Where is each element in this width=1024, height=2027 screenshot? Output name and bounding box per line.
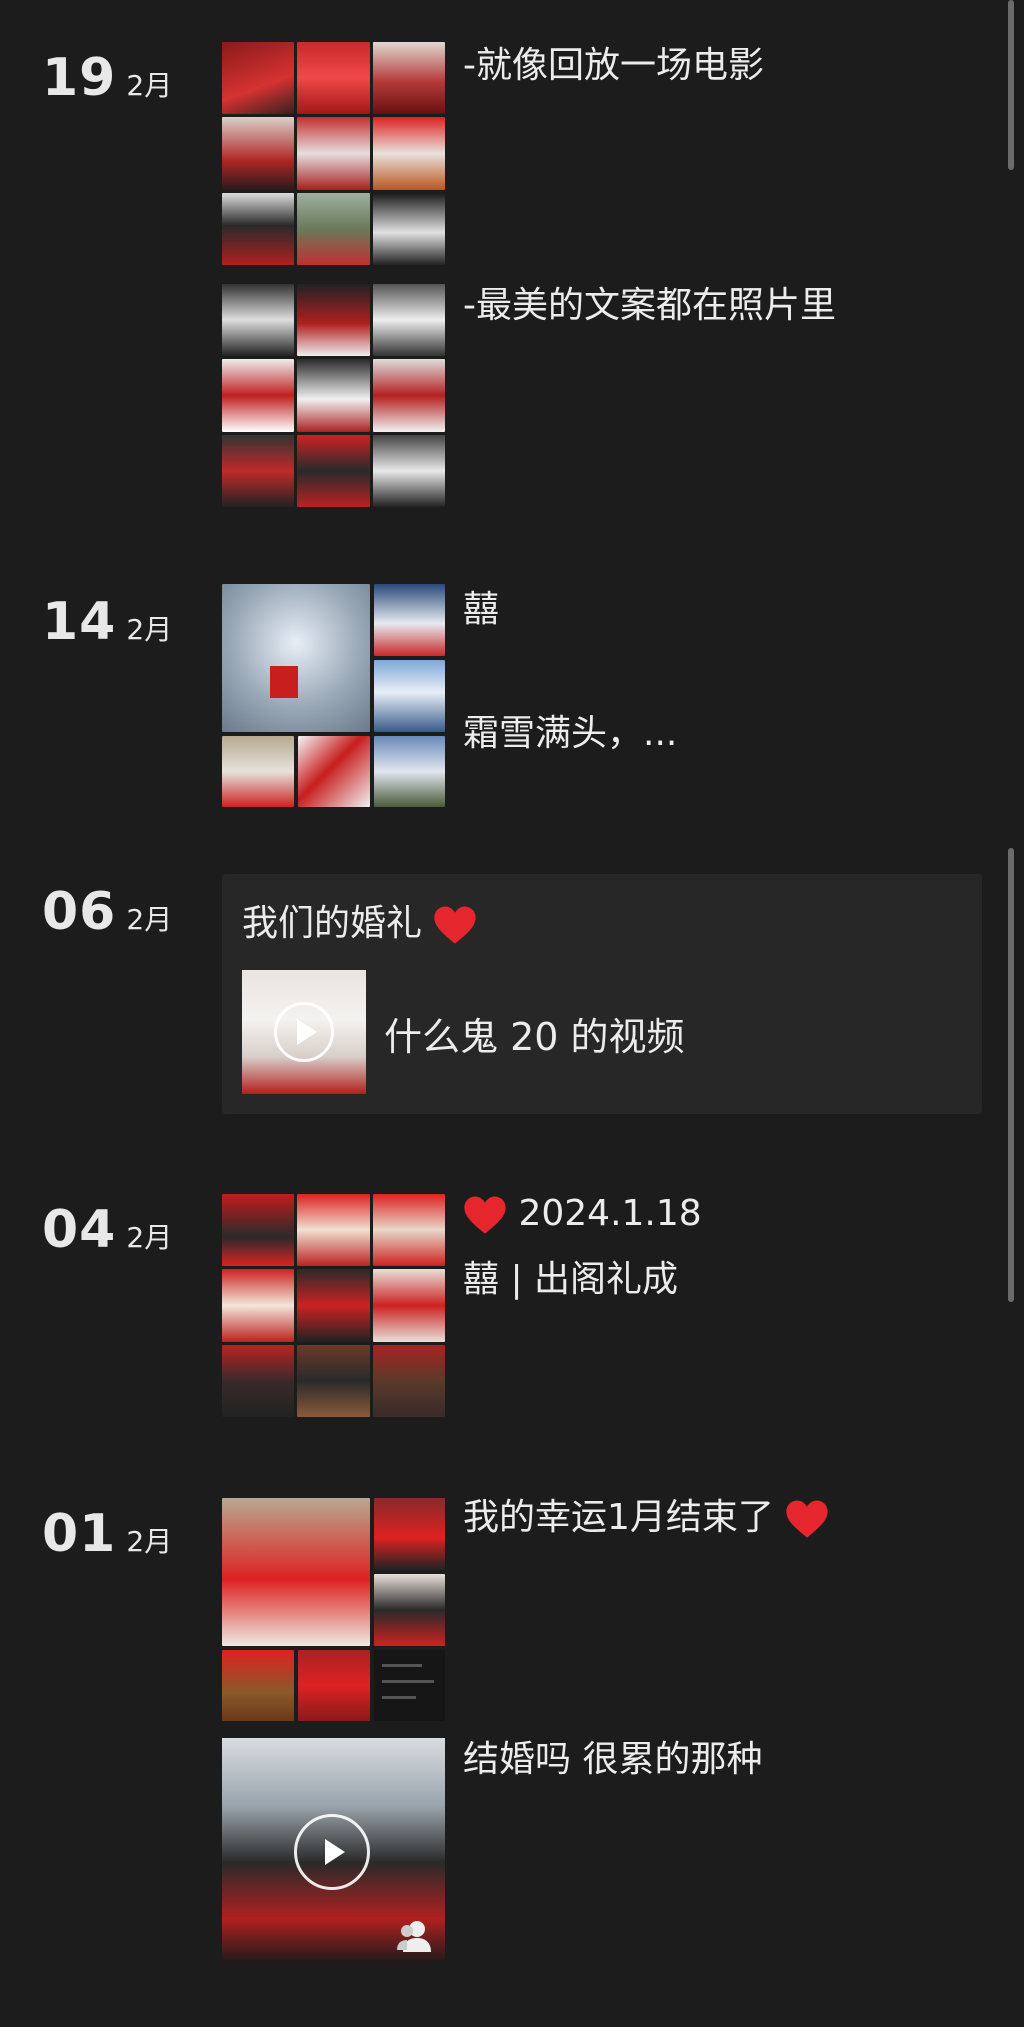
day-number: 04 (42, 1200, 117, 1260)
photo-thumbnail[interactable] (297, 117, 370, 190)
photo-thumbnail[interactable] (222, 1344, 295, 1417)
day-number: 19 (42, 48, 117, 108)
post-caption-text: 2024.1.18 (518, 1193, 702, 1234)
card-title-text: 我们的婚礼 (242, 903, 423, 944)
date-label: 01 2月 (42, 1504, 172, 1564)
photo-thumbnail[interactable] (297, 434, 370, 507)
photo-collage[interactable] (222, 584, 445, 807)
date-label: 04 2月 (42, 1200, 172, 1260)
photo-thumbnail[interactable] (222, 736, 294, 807)
heart-emoji-icon (434, 906, 477, 944)
photo-thumbnail[interactable] (222, 1194, 295, 1267)
month-label: 2月 (126, 69, 173, 102)
photo-thumbnail[interactable] (222, 42, 295, 115)
post-caption-text: 我的幸运1月结束了 (463, 1497, 774, 1538)
post-caption[interactable]: -最美的文案都在照片里 (463, 284, 836, 327)
photo-thumbnail[interactable] (222, 192, 295, 265)
photo-grid[interactable] (222, 1194, 445, 1417)
photo-thumbnail[interactable] (222, 1650, 294, 1721)
photo-thumbnail[interactable] (222, 117, 295, 190)
photo-thumbnail[interactable] (222, 284, 295, 357)
play-icon[interactable] (294, 1814, 370, 1890)
photo-thumbnail[interactable] (374, 1574, 445, 1646)
photo-thumbnail[interactable] (374, 584, 445, 656)
post-caption[interactable]: 霜雪满头，... (463, 712, 677, 755)
photo-thumbnail[interactable] (372, 42, 445, 115)
photo-grid[interactable] (222, 42, 445, 265)
photo-thumbnail[interactable] (222, 434, 295, 507)
photo-collage[interactable] (222, 1498, 445, 1721)
photo-thumbnail[interactable] (222, 359, 295, 432)
heart-emoji-icon (464, 1196, 506, 1234)
photo-thumbnail[interactable] (374, 1498, 445, 1570)
photo-thumbnail[interactable] (372, 1194, 445, 1267)
day-number: 01 (42, 1504, 117, 1564)
person-icon (397, 1921, 431, 1952)
video-thumbnail[interactable] (222, 1738, 445, 1964)
video-share-card[interactable]: 我们的婚礼 什么鬼 20 的视频 (222, 874, 982, 1114)
photo-thumbnail[interactable] (297, 1194, 370, 1267)
photo-thumbnail[interactable] (372, 359, 445, 432)
post-caption[interactable]: 结婚吗 很累的那种 (463, 1738, 762, 1781)
photo-thumbnail[interactable] (372, 434, 445, 507)
video-title[interactable]: 什么鬼 20 的视频 (384, 1006, 685, 1061)
month-label: 2月 (126, 903, 173, 936)
photo-thumbnail[interactable] (298, 1650, 370, 1721)
photo-thumbnail[interactable] (372, 1344, 445, 1417)
day-number: 14 (42, 592, 117, 652)
post-caption[interactable]: 囍 (463, 588, 499, 631)
photo-thumbnail[interactable] (372, 192, 445, 265)
photo-thumbnail[interactable] (297, 42, 370, 115)
photo-grid[interactable] (222, 284, 445, 507)
post-caption[interactable]: 囍 | 出阁礼成 (463, 1258, 678, 1301)
photo-thumbnail[interactable] (222, 1269, 295, 1342)
heart-emoji-icon (786, 1500, 828, 1538)
photo-thumbnail[interactable] (372, 117, 445, 190)
date-label: 19 2月 (42, 48, 172, 108)
month-label: 2月 (126, 613, 173, 646)
photo-thumbnail[interactable] (297, 284, 370, 357)
photo-thumbnail[interactable] (297, 359, 370, 432)
photo-thumbnail[interactable] (297, 192, 370, 265)
photo-thumbnail[interactable] (298, 736, 370, 807)
video-thumbnail[interactable] (242, 970, 366, 1094)
photo-thumbnail[interactable] (374, 736, 445, 807)
photo-thumbnail[interactable] (297, 1344, 370, 1417)
photo-thumbnail[interactable] (372, 1269, 445, 1342)
post-caption[interactable]: 2024.1.18 (463, 1192, 702, 1235)
photo-thumbnail[interactable] (297, 1269, 370, 1342)
post-caption[interactable]: -就像回放一场电影 (463, 44, 764, 87)
scrollbar-top[interactable] (1008, 0, 1014, 170)
month-label: 2月 (126, 1525, 173, 1558)
photo-thumbnail[interactable] (372, 284, 445, 357)
photo-thumbnail[interactable] (222, 1498, 370, 1646)
date-label: 06 2月 (42, 882, 172, 942)
scrollbar-thumb[interactable] (1008, 848, 1014, 1302)
card-title: 我们的婚礼 (242, 894, 477, 946)
month-label: 2月 (126, 1221, 173, 1254)
red-xi-sign-icon (270, 666, 298, 698)
photo-thumbnail[interactable] (374, 660, 445, 732)
day-number: 06 (42, 882, 117, 942)
date-label: 14 2月 (42, 592, 172, 652)
post-caption[interactable]: 我的幸运1月结束了 (463, 1496, 829, 1539)
photo-thumbnail[interactable] (374, 1650, 445, 1721)
photo-thumbnail[interactable] (222, 584, 370, 732)
play-icon[interactable] (274, 1002, 334, 1062)
